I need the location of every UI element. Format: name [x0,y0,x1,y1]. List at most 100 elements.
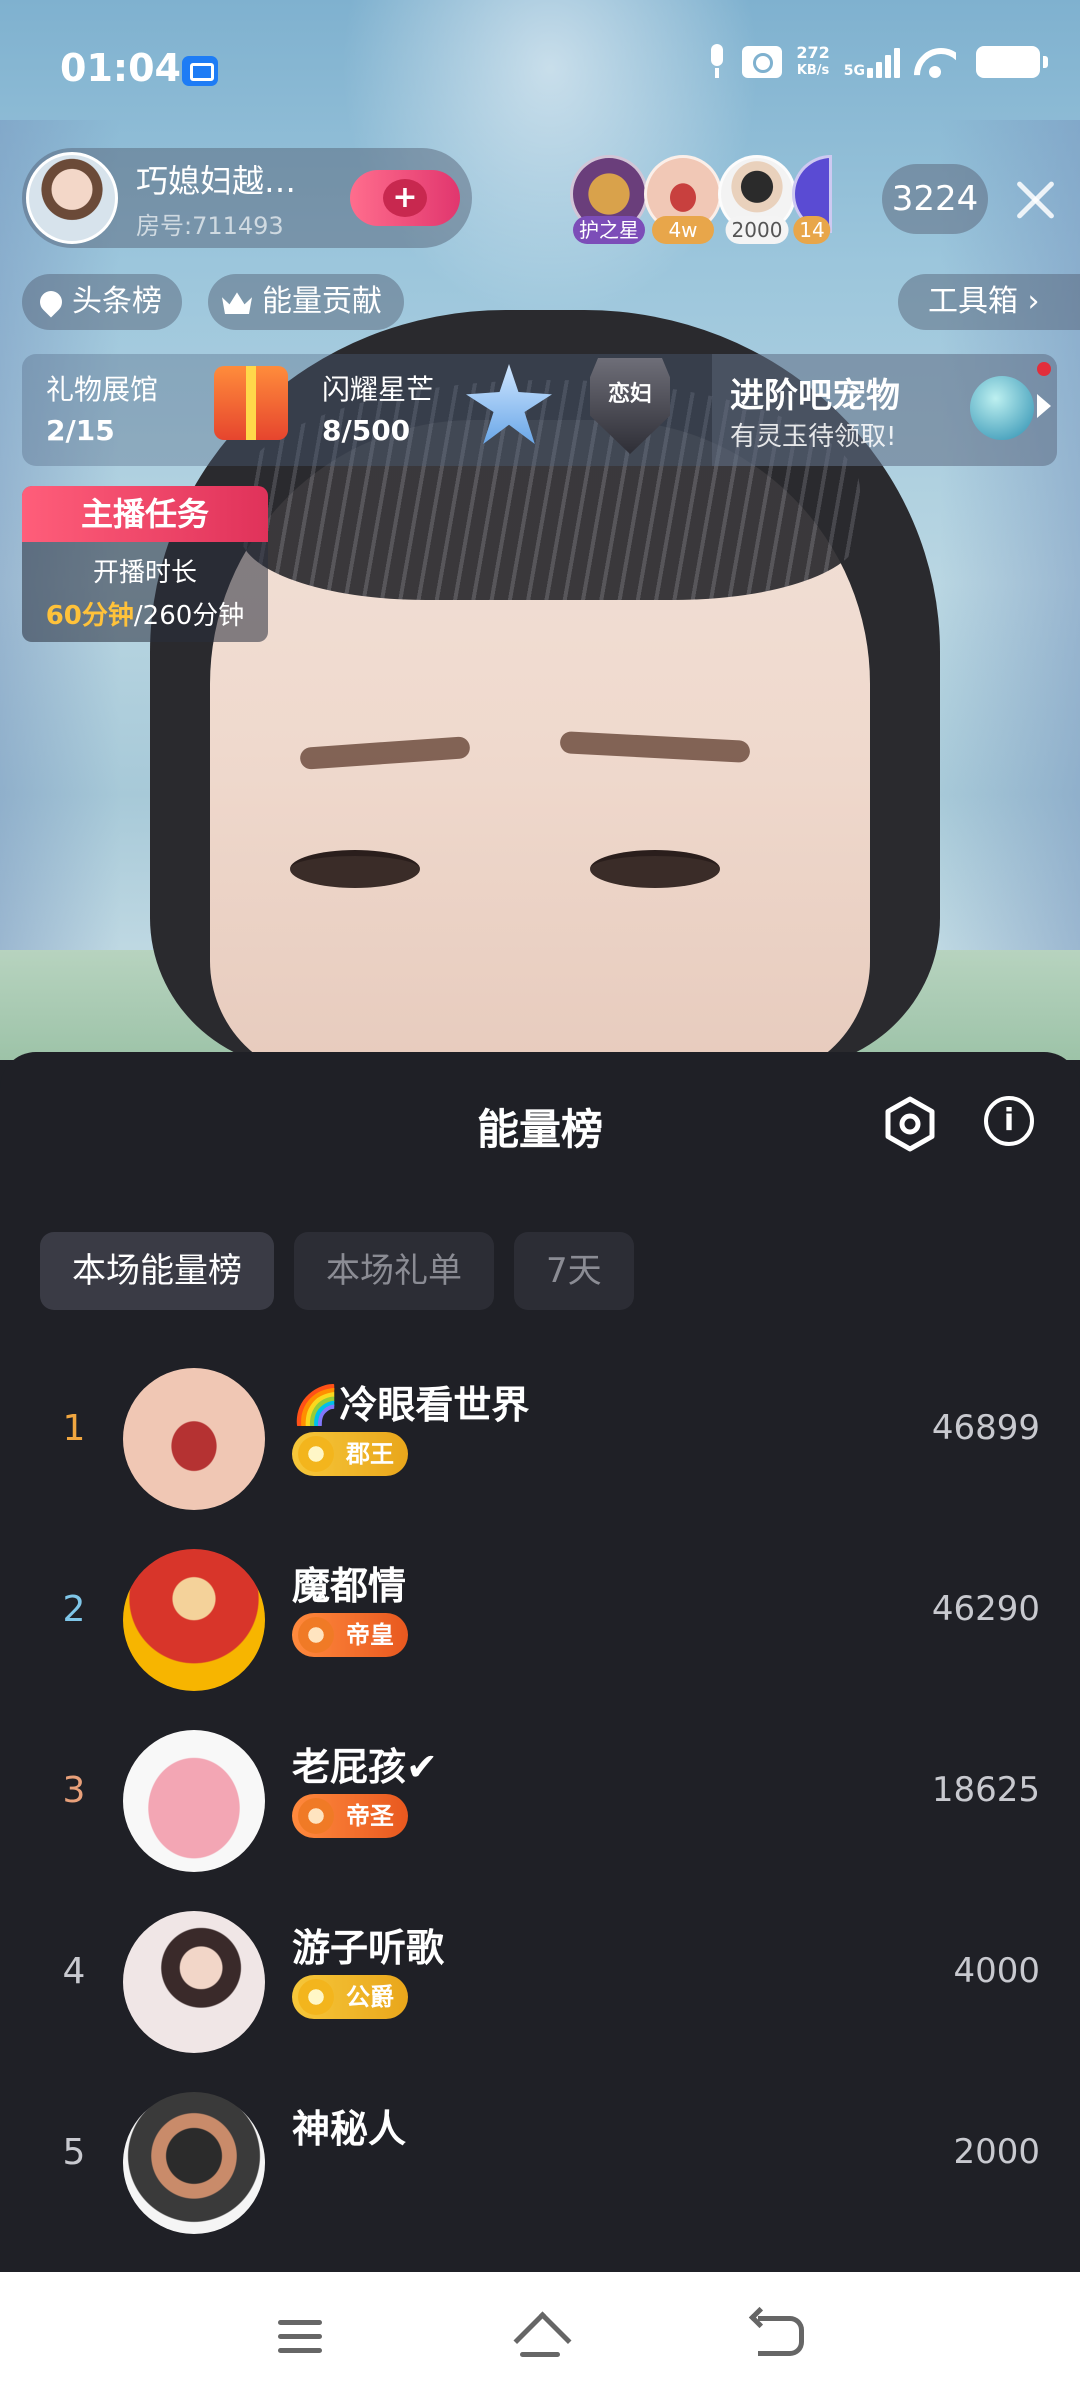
rank-number: 1 [62,1408,86,1449]
host-name: 巧媳妇越… [136,161,297,200]
home-icon[interactable] [512,2312,568,2360]
user-avatar[interactable] [123,2092,265,2234]
headline-chip[interactable]: 头条榜 [22,274,182,330]
rank-row[interactable]: 1 🌈冷眼看世界 郡王 46899 [0,1348,1080,1529]
fire-drop-icon [35,286,67,318]
gift-hall-label: 礼物展馆 [46,373,159,406]
energy-contribution-chip[interactable]: 能量贡献 [208,274,404,330]
task-label: 开播时长 [92,558,197,588]
viewer-tag: 14 [793,216,831,244]
rank-number: 5 [62,2132,86,2173]
host-avatar[interactable] [26,152,118,244]
energy-score: 2000 [953,2132,1040,2172]
user-name: 神秘人 [292,2107,407,2151]
star-emblem-icon [466,364,552,444]
pet-promo[interactable]: 进阶吧宠物 有灵玉待领取! [712,354,1057,466]
streamer-right-eye [590,850,720,888]
leaderboard-tabs: 本场能量榜 本场礼单 7天 [40,1232,634,1310]
rank-badge: 帝圣 [292,1794,408,1838]
rank-row[interactable]: 3 老屁孩✔ 帝圣 18625 [0,1710,1080,1891]
energy-score: 18625 [931,1770,1040,1810]
camera-icon [742,46,783,78]
close-icon[interactable] [1010,175,1060,225]
task-title: 主播任务 [22,486,268,542]
energy-score: 4000 [953,1951,1040,1991]
gift-box-icon [214,366,288,440]
system-navigation-bar [0,2272,1080,2400]
rank-row[interactable]: 4 游子听歌 公爵 4000 [0,1891,1080,2072]
back-icon[interactable] [758,2316,804,2356]
pet-egg-icon [970,376,1034,440]
mystery-person-avatar[interactable]: 2000 [718,155,796,244]
wizard-hat-avatar[interactable]: 14 [792,155,832,244]
host-task-card[interactable]: 主播任务 开播时长 60分钟/260分钟 [22,486,268,642]
follow-button[interactable]: + [350,170,460,226]
rank-row[interactable]: 5 神秘人 2000 [0,2072,1080,2253]
user-avatar[interactable] [123,1549,265,1691]
rank-list: 1 🌈冷眼看世界 郡王 46899 2 魔都情 帝皇 46290 3 老屁孩✔ … [0,1348,1080,2253]
rank-number: 3 [62,1770,86,1811]
network-speed-value: 272 [796,43,830,62]
viewer-tag: 2000 [725,216,789,244]
network-speed: 272 KB/s [796,44,829,80]
energy-score: 46899 [931,1408,1040,1448]
task-total: /260分钟 [133,601,245,631]
chevron-right-icon [1037,394,1051,418]
microphone-icon [706,44,728,80]
user-name: 游子听歌 [292,1926,445,1970]
settings-icon[interactable] [882,1096,938,1152]
notification-dot [1037,362,1051,376]
toolbox-button[interactable]: 工具箱 › [898,274,1080,330]
user-name: 魔都情 [292,1564,407,1608]
user-name: 🌈冷眼看世界 [292,1383,530,1427]
rank-number: 4 [62,1951,86,1992]
gold-helmet-avatar[interactable]: 护之星 [570,155,648,244]
rank-badge: 郡王 [292,1432,408,1476]
signal-bars-icon [867,46,900,78]
user-name: 老屁孩✔ [292,1745,438,1789]
viewer-tag: 4w [652,216,714,244]
tab-seven-days[interactable]: 7天 [514,1232,634,1310]
rank-badge: 公爵 [292,1975,408,2019]
user-avatar[interactable] [123,1911,265,2053]
wifi-icon [914,46,956,78]
follow-plus-icon: + [383,179,427,217]
viewer-tag: 护之星 [573,216,645,244]
tab-current-gifts[interactable]: 本场礼单 [294,1232,494,1310]
star-value: 8/500 [322,414,411,447]
rank-row[interactable]: 2 魔都情 帝皇 46290 [0,1529,1080,1710]
host-room-number: 房号:711493 [136,211,284,240]
top-viewers: 护之星 4w 2000 14 [570,155,832,245]
lips-avatar[interactable]: 4w [644,155,722,244]
battery-icon [976,46,1048,78]
promo-title: 进阶吧宠物 [730,376,900,416]
cellular-group: 5G [844,46,900,78]
menu-icon[interactable] [278,2320,322,2354]
shield-badge-icon: 恋妇 [590,358,670,454]
rank-badge: 帝皇 [292,1613,408,1657]
activity-banner[interactable]: 礼物展馆 2/15 闪耀星芒 8/500 恋妇 进阶吧宠物 有灵玉待领取! [22,354,1057,466]
viewer-count[interactable]: 3224 [882,164,988,234]
energy-score: 46290 [931,1589,1040,1629]
info-icon[interactable]: i [984,1096,1034,1146]
star-label: 闪耀星芒 [322,373,435,406]
status-bar: 01:04 272 KB/s 5G [0,0,1080,140]
promo-subtitle: 有灵玉待领取! [730,422,897,452]
background-pillar-right [940,120,1080,1020]
user-avatar[interactable] [123,1730,265,1872]
host-info[interactable]: 巧媳妇越… 房号:711493 + [22,148,472,248]
task-done: 60分钟 [45,601,134,631]
gift-hall-value: 2/15 [46,414,115,447]
energy-leaderboard-sheet: 能量榜 i 本场能量榜 本场礼单 7天 1 🌈冷眼看世界 郡王 46899 2 … [0,1052,1080,2272]
tab-current-energy[interactable]: 本场能量榜 [40,1232,274,1310]
crown-icon [222,292,252,314]
headline-chip-label: 头条榜 [72,284,162,319]
screen-cast-icon [182,56,218,86]
network-speed-unit: KB/s [796,63,830,78]
task-progress: 60分钟/260分钟 [22,595,268,632]
rank-number: 2 [62,1589,86,1630]
status-time: 01:04 [60,46,181,90]
user-avatar[interactable] [123,1368,265,1510]
network-type: 5G [843,63,865,79]
streamer-left-eye [290,850,420,888]
